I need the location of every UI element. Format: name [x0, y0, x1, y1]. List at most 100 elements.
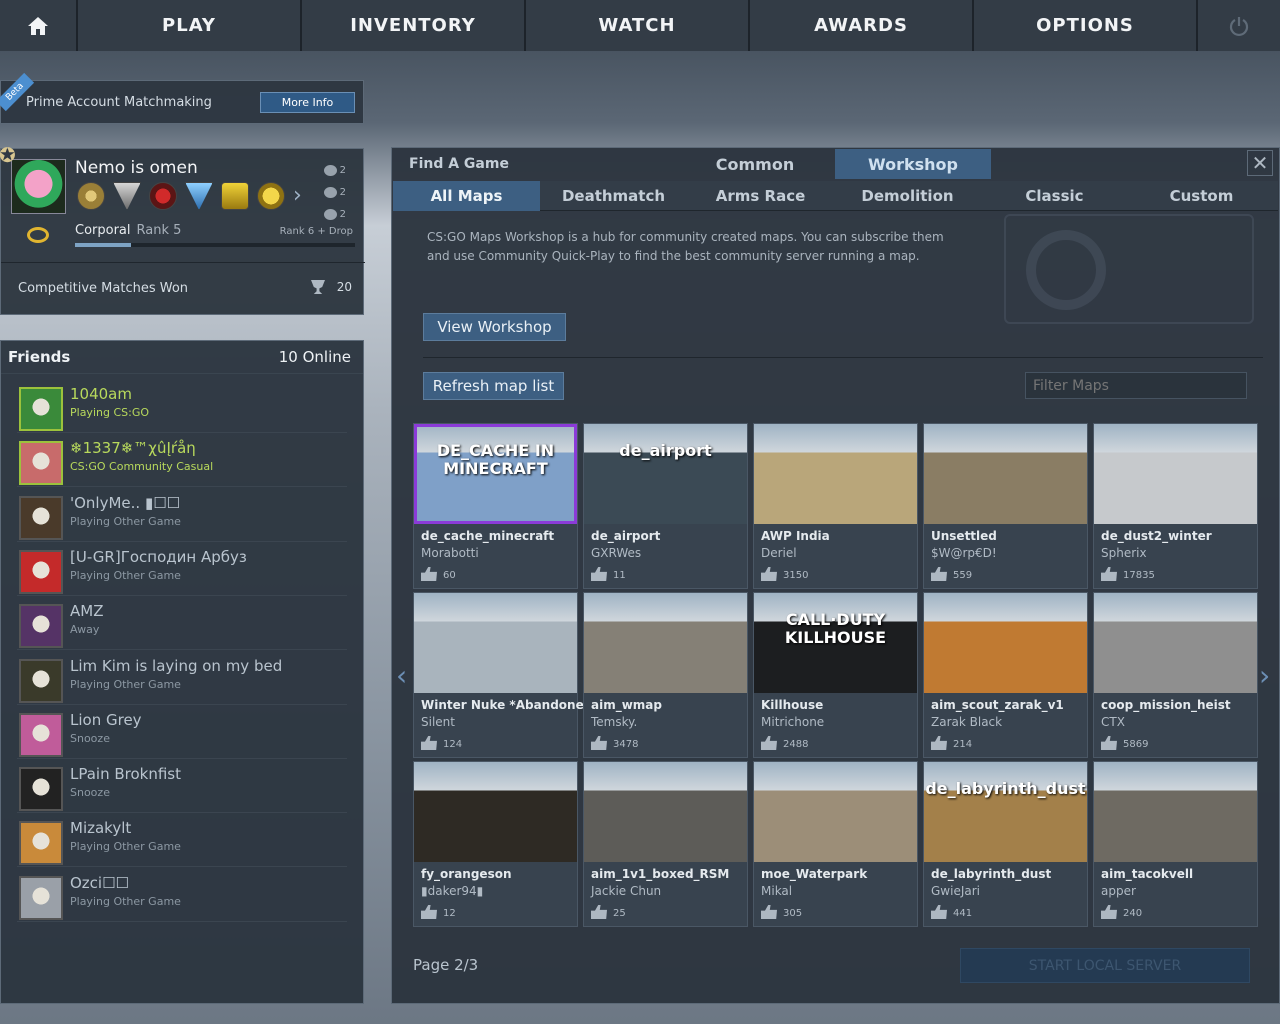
map-card[interactable]: aim_scout_zarak_v1 Zarak Black 214: [923, 592, 1088, 758]
friend-avatar[interactable]: [19, 495, 63, 540]
map-thumbnail[interactable]: DE_CACHE IN MINECRAFT: [414, 424, 577, 524]
medal-icon[interactable]: [257, 182, 285, 210]
map-thumbnail[interactable]: [414, 593, 577, 693]
friend-item[interactable]: LPain Broknfist Snooze: [17, 763, 347, 814]
map-thumbnail[interactable]: [414, 762, 577, 862]
more-info-button[interactable]: More Info: [260, 92, 355, 113]
home-button[interactable]: [0, 0, 78, 51]
friend-item[interactable]: ❄1337❄™χûĮŕåη CS:GO Community Casual: [17, 437, 347, 488]
map-card[interactable]: coop_mission_heist CTX 5869: [1093, 592, 1258, 758]
map-thumbnail[interactable]: [1094, 762, 1257, 862]
map-name: coop_mission_heist: [1101, 698, 1231, 712]
map-card[interactable]: aim_1v1_boxed_RSM Jackie Chun 25: [583, 761, 748, 927]
stat-teacher: 2: [339, 187, 346, 198]
tab-classic[interactable]: Classic: [981, 181, 1128, 211]
friend-avatar[interactable]: [19, 767, 63, 812]
map-author: Jackie Chun: [591, 884, 662, 898]
friend-status: Playing Other Game: [70, 568, 181, 582]
map-card[interactable]: AWP India Deriel 3150: [753, 423, 918, 589]
friend-item[interactable]: AMZ Away: [17, 600, 347, 651]
medal-icon[interactable]: [77, 182, 105, 210]
chevron-right-icon[interactable]: ›: [293, 182, 302, 210]
friend-avatar[interactable]: [19, 549, 63, 594]
map-thumbnail[interactable]: [754, 762, 917, 862]
refresh-map-list-button[interactable]: Refresh map list: [423, 372, 564, 400]
tab-deathmatch[interactable]: Deathmatch: [540, 181, 687, 211]
map-card[interactable]: aim_wmap Temsky. 3478: [583, 592, 748, 758]
map-card[interactable]: de_dust2_winter Spherix 17835: [1093, 423, 1258, 589]
map-name: AWP India: [761, 529, 830, 543]
friend-avatar[interactable]: [19, 604, 63, 649]
map-name: Killhouse: [761, 698, 824, 712]
tab-workshop[interactable]: Workshop: [835, 149, 991, 179]
friend-avatar[interactable]: [19, 821, 63, 866]
nav-options[interactable]: OPTIONS: [974, 0, 1198, 51]
top-nav: PLAY INVENTORY WATCH AWARDS OPTIONS: [0, 0, 1280, 51]
friend-item[interactable]: Mizakylt Playing Other Game: [17, 817, 347, 868]
map-thumbnail[interactable]: [584, 762, 747, 862]
tab-common[interactable]: Common: [677, 149, 833, 179]
map-thumbnail[interactable]: CALL·DUTY KILLHOUSE: [754, 593, 917, 693]
filter-maps-input[interactable]: [1025, 372, 1247, 399]
map-thumbnail[interactable]: [924, 593, 1087, 693]
map-name: fy_orangeson: [421, 867, 512, 881]
xp-bar: [75, 243, 355, 247]
friend-item[interactable]: Lion Grey Snooze: [17, 709, 347, 759]
friend-name: Lim Kim is laying on my bed: [70, 656, 283, 675]
map-card[interactable]: moe_Waterpark Mikal 305: [753, 761, 918, 927]
friend-avatar[interactable]: [19, 712, 63, 757]
friend-avatar[interactable]: [19, 658, 63, 703]
map-card[interactable]: Winter Nuke *Abandoned* Silent 124: [413, 592, 599, 758]
map-thumbnail[interactable]: de_labyrinth_dust: [924, 762, 1087, 862]
map-thumbnail[interactable]: [754, 424, 917, 524]
map-thumbnail[interactable]: [924, 424, 1087, 524]
friend-avatar[interactable]: [19, 441, 63, 486]
prime-label: Prime Account Matchmaking: [26, 95, 212, 110]
map-author: Silent: [421, 715, 455, 729]
map-thumbnail[interactable]: [584, 593, 747, 693]
map-card[interactable]: de_airport de_airport GXRWes 11: [583, 423, 748, 589]
close-icon: ✕: [1251, 151, 1269, 175]
friend-name: 'OnlyMe.. ▮☐☐: [70, 493, 181, 512]
map-card[interactable]: Unsettled $W@rp€D! 559: [923, 423, 1088, 589]
prev-page-icon[interactable]: ‹: [396, 661, 410, 691]
close-button[interactable]: ✕: [1247, 150, 1273, 176]
nav-watch[interactable]: WATCH: [526, 0, 750, 51]
friend-avatar[interactable]: [19, 387, 63, 431]
map-likes: 441: [953, 908, 973, 919]
map-thumbnail[interactable]: [1094, 593, 1257, 693]
friend-item[interactable]: 'OnlyMe.. ▮☐☐ Playing Other Game: [17, 492, 347, 542]
medal-icon[interactable]: [113, 182, 141, 210]
tab-arms-race[interactable]: Arms Race: [687, 181, 834, 211]
tab-custom[interactable]: Custom: [1128, 181, 1275, 211]
avatar[interactable]: [11, 159, 66, 214]
map-thumbnail[interactable]: [1094, 424, 1257, 524]
friend-item[interactable]: Lim Kim is laying on my bed Playing Other…: [17, 655, 347, 705]
friend-item[interactable]: 1040am Playing CS:GO: [17, 383, 347, 433]
map-thumbnail[interactable]: de_airport: [584, 424, 747, 524]
medal-icon[interactable]: [221, 182, 249, 210]
nav-inventory[interactable]: INVENTORY: [302, 0, 526, 51]
start-local-server-button[interactable]: START LOCAL SERVER: [960, 948, 1250, 983]
friend-status: Away: [70, 623, 100, 637]
power-button[interactable]: [1198, 0, 1280, 51]
nav-play[interactable]: PLAY: [78, 0, 302, 51]
tab-demolition[interactable]: Demolition: [834, 181, 981, 211]
friend-avatar[interactable]: [19, 875, 63, 920]
friend-item[interactable]: [U-GR]Господин Арбуз Playing Other Game: [17, 546, 347, 596]
next-page-icon[interactable]: ›: [1259, 661, 1273, 691]
medal-icon[interactable]: [185, 182, 213, 210]
tab-all-maps[interactable]: All Maps: [393, 181, 540, 211]
nav-awards[interactable]: AWARDS: [750, 0, 974, 51]
view-workshop-button[interactable]: View Workshop: [423, 313, 566, 341]
friend-item[interactable]: Ozci☐☐ Playing Other Game: [17, 872, 347, 922]
map-grid: DE_CACHE IN MINECRAFT de_cache_minecraft M…: [413, 423, 1259, 928]
map-card[interactable]: CALL·DUTY KILLHOUSE Killhouse Mitrichone 24…: [753, 592, 918, 758]
medal-icon[interactable]: [149, 182, 177, 210]
profile-name[interactable]: Nemo is omen: [75, 158, 198, 178]
thumbs-up-icon: [591, 567, 607, 581]
map-card[interactable]: de_labyrinth_dust de_labyrinth_dust GwieJa…: [923, 761, 1088, 927]
map-card[interactable]: DE_CACHE IN MINECRAFT de_cache_minecraft M…: [413, 423, 578, 589]
map-card[interactable]: aim_tacokvell apper 240: [1093, 761, 1258, 927]
map-card[interactable]: fy_orangeson ▮daker94▮ 12: [413, 761, 578, 927]
